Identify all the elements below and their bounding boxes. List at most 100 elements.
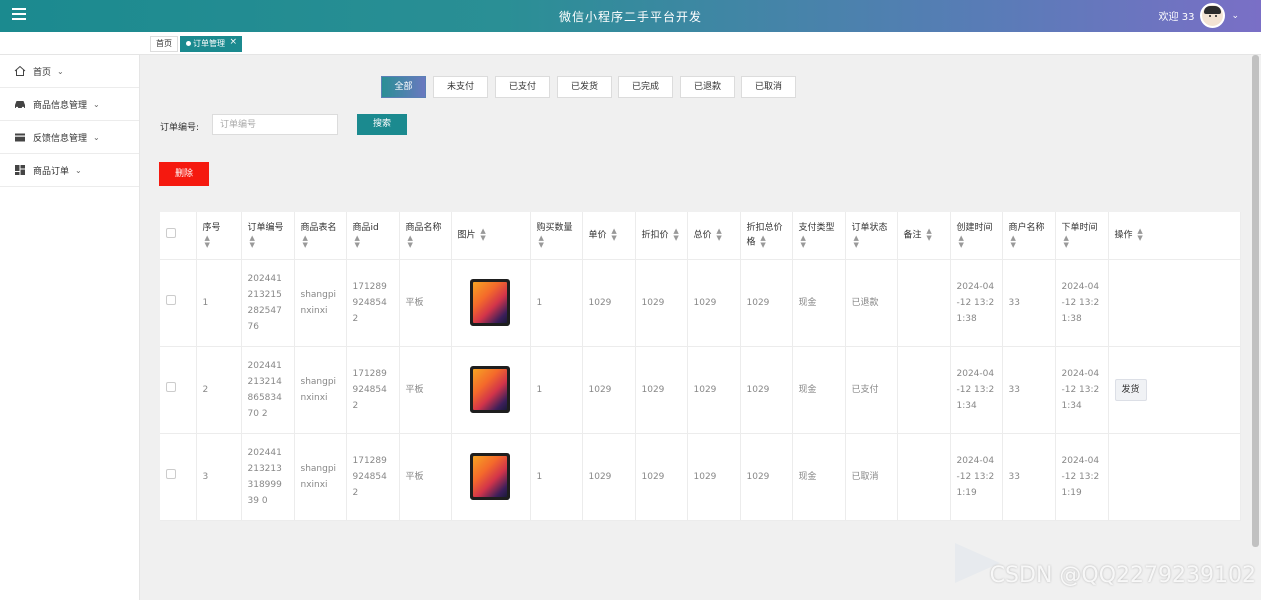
sort-icon[interactable]: ▲ ▼: [801, 235, 806, 249]
select-all-checkbox[interactable]: [166, 227, 176, 238]
sort-icon[interactable]: ▲ ▼: [1137, 228, 1142, 242]
col-header[interactable]: 商户名称 ▲ ▼: [1002, 212, 1056, 260]
chevron-down-icon: ⌄: [75, 165, 82, 175]
status-filter-completed[interactable]: 已完成: [618, 76, 673, 98]
col-header[interactable]: 商品id ▲ ▼: [346, 212, 400, 260]
sidebar-item-feedback[interactable]: 反馈信息管理 ⌄: [0, 121, 139, 154]
sort-icon[interactable]: ▲ ▼: [303, 235, 308, 249]
col-header[interactable]: 操作 ▲ ▼: [1108, 212, 1241, 260]
row-select-cell[interactable]: [160, 433, 197, 521]
cell-price: 1029: [582, 259, 636, 347]
cell-remark: [897, 433, 951, 521]
col-header[interactable]: 单价 ▲ ▼: [582, 212, 636, 260]
avatar[interactable]: [1200, 3, 1226, 28]
tab-order-management[interactable]: 订单管理 ×: [180, 36, 242, 52]
row-select-cell[interactable]: [160, 259, 197, 347]
sidebar-item-goods[interactable]: 商品信息管理 ⌄: [0, 88, 139, 121]
sort-icon[interactable]: ▲ ▼: [760, 235, 765, 249]
product-image[interactable]: [469, 366, 510, 413]
sort-icon[interactable]: ▲ ▼: [1011, 235, 1016, 249]
action-cell: 发货: [1108, 346, 1241, 434]
home-icon: [14, 65, 26, 76]
vertical-scrollbar[interactable]: [1250, 55, 1261, 600]
status-filter-paid[interactable]: 已支付: [495, 76, 550, 98]
top-header: 微信小程序二手平台开发 欢迎 33 ⌄: [0, 0, 1261, 32]
sort-icon[interactable]: ▲ ▼: [611, 228, 616, 242]
grid-icon: [15, 165, 25, 175]
sort-icon[interactable]: ▲ ▼: [539, 235, 544, 249]
row-select-cell[interactable]: [160, 346, 197, 434]
sort-icon[interactable]: ▲ ▼: [205, 235, 210, 249]
cell-index: 3: [196, 433, 242, 521]
user-menu[interactable]: 欢迎 33 ⌄: [1159, 3, 1239, 28]
col-header[interactable]: 商品名称 ▲ ▼: [399, 212, 452, 260]
col-header[interactable]: 折扣价 ▲ ▼: [635, 212, 688, 260]
tab-home[interactable]: 首页: [150, 36, 178, 52]
col-header[interactable]: 创建时间 ▲ ▼: [950, 212, 1003, 260]
table-header-row: 序号 ▲ ▼ 订单编号 ▲ ▼ 商品表名 ▲ ▼ 商品id ▲ ▼ 商品名称 ▲ ▼ 图片 ▲ ▼ 购…: [160, 212, 1241, 260]
wallet-icon: [15, 133, 25, 142]
chevron-down-icon[interactable]: ⌄: [1231, 11, 1239, 21]
product-image-cell: [451, 259, 531, 347]
status-filter-cancelled[interactable]: 已取消: [741, 76, 796, 98]
search-button[interactable]: 搜索: [357, 114, 407, 135]
row-checkbox[interactable]: [166, 294, 176, 305]
cell-qty: 1: [530, 346, 583, 434]
ship-button[interactable]: 发货: [1114, 378, 1147, 401]
cell-total: 1029: [687, 346, 741, 434]
cell-name: 平板: [399, 346, 452, 434]
col-header[interactable]: 订单状态 ▲ ▼: [845, 212, 898, 260]
cell-qty: 1: [530, 259, 583, 347]
sort-icon[interactable]: ▲ ▼: [480, 228, 485, 242]
header-select-all[interactable]: [160, 212, 197, 260]
scrollbar-thumb[interactable]: [1252, 55, 1259, 547]
action-cell: [1108, 259, 1241, 347]
sort-icon[interactable]: ▲ ▼: [1064, 235, 1069, 249]
col-header[interactable]: 序号 ▲ ▼: [196, 212, 242, 260]
cell-goods-id: 1712899248542: [346, 433, 400, 521]
sort-icon[interactable]: ▲ ▼: [959, 235, 964, 249]
sort-icon[interactable]: ▲ ▼: [673, 228, 678, 242]
order-number-input[interactable]: [212, 114, 338, 135]
cell-order-no: 20244121321331899939 0: [241, 433, 295, 521]
cell-name: 平板: [399, 433, 452, 521]
cell-discount: 1029: [635, 259, 688, 347]
delete-button[interactable]: 删除: [159, 162, 209, 186]
cell-created: 2024-04-12 13:21:19: [950, 433, 1003, 521]
chevron-down-icon: ⌄: [93, 132, 100, 142]
col-header[interactable]: 下单时间 ▲ ▼: [1055, 212, 1109, 260]
cell-discount-total: 1029: [740, 259, 793, 347]
row-checkbox[interactable]: [166, 468, 176, 479]
row-checkbox[interactable]: [166, 381, 176, 392]
sort-icon[interactable]: ▲ ▼: [408, 235, 413, 249]
close-icon[interactable]: ×: [229, 35, 237, 49]
chevron-down-icon: ⌄: [57, 66, 64, 76]
col-header[interactable]: 商品表名 ▲ ▼: [294, 212, 347, 260]
col-header[interactable]: 图片 ▲ ▼: [451, 212, 531, 260]
table-row: 1 20244121321528254776 shangpinxinxi 171289…: [160, 259, 1241, 347]
status-filter-refunded[interactable]: 已退款: [680, 76, 735, 98]
product-image[interactable]: [469, 279, 510, 326]
sort-icon[interactable]: ▲ ▼: [250, 235, 255, 249]
cell-remark: [897, 346, 951, 434]
sort-icon[interactable]: ▲ ▼: [854, 235, 859, 249]
cell-order-no: 20244121321528254776: [241, 259, 295, 347]
col-header[interactable]: 订单编号 ▲ ▼: [241, 212, 295, 260]
col-header[interactable]: 备注 ▲ ▼: [897, 212, 951, 260]
sort-icon[interactable]: ▲ ▼: [355, 235, 360, 249]
col-header[interactable]: 支付类型 ▲ ▼: [792, 212, 846, 260]
sidebar-item-orders[interactable]: 商品订单 ⌄: [0, 154, 139, 187]
sort-icon[interactable]: ▲ ▼: [926, 228, 931, 242]
product-image[interactable]: [469, 453, 510, 500]
status-filter-shipped[interactable]: 已发货: [557, 76, 612, 98]
status-filter-all[interactable]: 全部: [381, 76, 426, 98]
sort-icon[interactable]: ▲ ▼: [716, 228, 721, 242]
col-header[interactable]: 购买数量 ▲ ▼: [530, 212, 583, 260]
sidebar-item-home[interactable]: 首页 ⌄: [0, 55, 139, 88]
col-header[interactable]: 总价 ▲ ▼: [687, 212, 741, 260]
cell-table: shangpinxinxi: [294, 259, 347, 347]
main-content: 全部 未支付 已支付 已发货 已完成 已退款 已取消 订单编号: 搜索 删除 序…: [140, 55, 1250, 600]
status-filter-unpaid[interactable]: 未支付: [433, 76, 488, 98]
col-header[interactable]: 折扣总价格 ▲ ▼: [740, 212, 793, 260]
search-label: 订单编号:: [160, 123, 200, 133]
